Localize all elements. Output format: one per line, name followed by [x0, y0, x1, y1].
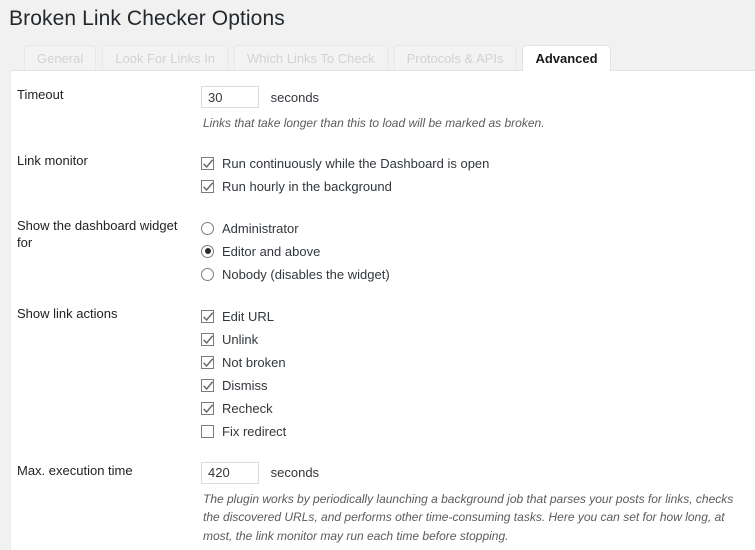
radio-label: Administrator — [222, 220, 299, 236]
checkbox-row[interactable]: Not broken — [201, 351, 745, 374]
radio-row[interactable]: Nobody (disables the widget) — [201, 263, 745, 286]
checkbox-fix-redirect[interactable] — [201, 424, 214, 438]
checkbox-edit-url[interactable] — [201, 309, 214, 323]
link-actions-label: Show link actions — [17, 305, 118, 321]
checkbox-dismiss[interactable] — [201, 378, 214, 392]
radio-label: Nobody (disables the widget) — [222, 266, 390, 282]
checkbox-recheck[interactable] — [201, 401, 214, 415]
timeout-field-cell: seconds Links that take longer than this… — [201, 71, 755, 137]
checkbox-row[interactable]: Recheck — [201, 397, 745, 420]
setting-row-timeout: Timeout seconds Links that take longer t… — [11, 71, 755, 137]
tab-protocols-apis[interactable]: Protocols & APIs — [393, 45, 517, 71]
checkbox-label: Fix redirect — [222, 423, 287, 439]
link-monitor-label: Link monitor — [17, 152, 88, 168]
checkmark-icon — [203, 404, 214, 414]
setting-row-link-actions: Show link actions Edit URL Unlink Not brok… — [11, 290, 755, 447]
timeout-input[interactable] — [201, 86, 259, 109]
checkmark-icon — [203, 335, 214, 345]
checkbox-run-continuously-while-the-dashboard-is-open[interactable] — [201, 156, 214, 170]
checkbox-not-broken[interactable] — [201, 355, 214, 369]
checkbox-unlink[interactable] — [201, 332, 214, 346]
link-actions-checkbox-group: Edit URL Unlink Not broken Dismiss Recheck Fi… — [201, 305, 745, 443]
link-actions-options-cell: Edit URL Unlink Not broken Dismiss Recheck Fi… — [201, 290, 755, 447]
checkmark-icon — [203, 182, 214, 192]
checkmark-icon — [203, 312, 214, 322]
max-execution-time-description: The plugin works by periodically launchi… — [203, 491, 734, 544]
max-execution-time-label: Max. execution time — [17, 462, 133, 478]
link-monitor-options-cell: Run continuously while the Dashboard is … — [201, 137, 755, 202]
checkbox-row[interactable]: Fix redirect — [201, 420, 745, 443]
timeout-unit-label: seconds — [270, 89, 320, 105]
settings-panel: Timeout seconds Links that take longer t… — [10, 70, 755, 550]
checkmark-icon — [203, 381, 214, 391]
checkbox-run-hourly-in-the-background[interactable] — [201, 179, 214, 193]
checkbox-row[interactable]: Dismiss — [201, 374, 745, 397]
radio-row[interactable]: Editor and above — [201, 240, 745, 263]
dashboard-widget-radio-group: Administrator Editor and above Nobody (dis… — [201, 217, 745, 286]
timeout-label: Timeout — [17, 87, 64, 103]
radio-label: Editor and above — [222, 243, 321, 259]
setting-row-max-execution-time: Max. execution time seconds The plugin w… — [11, 447, 755, 550]
tab-advanced[interactable]: Advanced — [522, 45, 611, 72]
max-execution-time-input[interactable] — [201, 461, 259, 484]
checkmark-icon — [203, 358, 214, 368]
radio-editor-and-above[interactable] — [201, 244, 214, 258]
tab-look-for-links-in[interactable]: Look For Links In — [102, 45, 228, 71]
radio-row[interactable]: Administrator — [201, 217, 745, 240]
dashboard-widget-label: Show the dashboard widget for — [17, 217, 178, 250]
checkbox-label: Dismiss — [222, 377, 268, 393]
radio-nobody-disables-the-widget[interactable] — [201, 267, 214, 281]
settings-form-table: Timeout seconds Links that take longer t… — [11, 71, 755, 549]
settings-tab-bar: General Look For Links In Which Links To C… — [24, 45, 755, 72]
timeout-description: Links that take longer than this to load… — [203, 116, 545, 131]
checkbox-label: Run hourly in the background — [222, 178, 392, 194]
setting-row-link-monitor: Link monitor Run continuously while the … — [11, 137, 755, 202]
setting-row-dashboard-widget: Show the dashboard widget for Administra… — [11, 202, 755, 290]
checkbox-label: Edit URL — [222, 308, 275, 324]
max-execution-time-unit-label: seconds — [270, 465, 320, 481]
checkbox-row[interactable]: Unlink — [201, 328, 745, 351]
tab-general[interactable]: General — [24, 45, 97, 71]
link-monitor-checkbox-group: Run continuously while the Dashboard is … — [201, 152, 745, 198]
checkbox-label: Unlink — [222, 331, 259, 347]
tab-which-links-to-check[interactable]: Which Links To Check — [233, 45, 388, 71]
page-title: Broken Link Checker Options — [9, 7, 285, 30]
dashboard-widget-options-cell: Administrator Editor and above Nobody (dis… — [201, 202, 755, 290]
radio-administrator[interactable] — [201, 221, 214, 235]
checkbox-label: Run continuously while the Dashboard is … — [222, 155, 490, 171]
checkbox-row[interactable]: Run hourly in the background — [201, 175, 745, 198]
checkbox-label: Recheck — [222, 400, 273, 416]
checkbox-label: Not broken — [222, 354, 286, 370]
max-execution-time-field-cell: seconds The plugin works by periodically… — [201, 447, 755, 550]
checkbox-row[interactable]: Edit URL — [201, 305, 745, 328]
checkmark-icon — [203, 159, 214, 169]
checkbox-row[interactable]: Run continuously while the Dashboard is … — [201, 152, 745, 175]
